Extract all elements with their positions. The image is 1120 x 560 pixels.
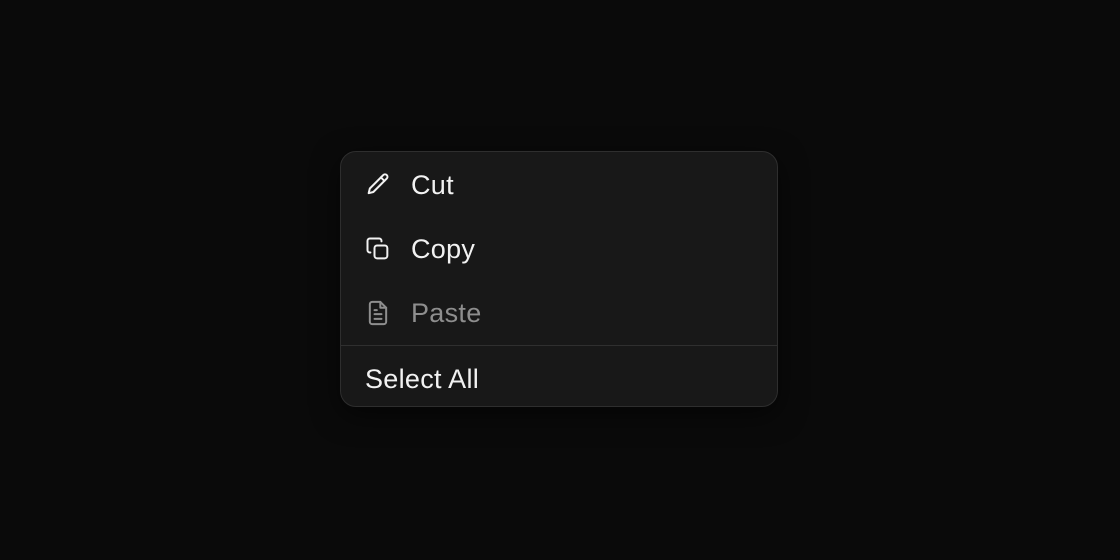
menu-item-cut[interactable]: Cut	[341, 153, 777, 217]
menu-item-paste[interactable]: Paste	[341, 281, 777, 345]
pencil-icon	[363, 170, 393, 200]
menu-item-select-all[interactable]: Select All	[341, 346, 777, 412]
context-menu: Cut Copy Paste Select All	[340, 151, 778, 407]
menu-item-label: Cut	[411, 169, 454, 200]
copy-icon	[363, 234, 393, 264]
menu-item-label: Paste	[411, 297, 482, 328]
document-icon	[363, 298, 393, 328]
menu-item-label: Select All	[365, 363, 480, 394]
menu-item-label: Copy	[411, 233, 476, 264]
menu-item-copy[interactable]: Copy	[341, 217, 777, 281]
